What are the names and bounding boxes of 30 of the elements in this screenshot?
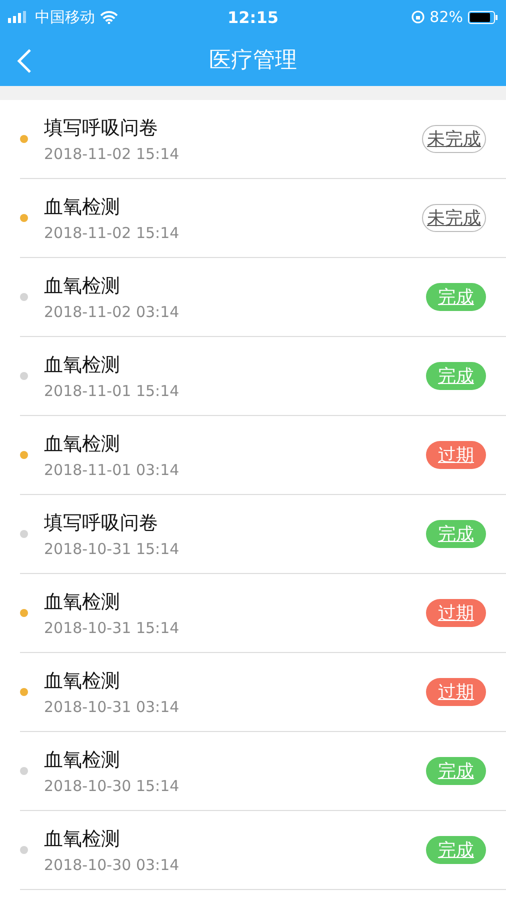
task-title[interactable]: 血氧检测 — [44, 589, 426, 615]
task-time: 2018-10-30 15:14 — [44, 777, 180, 795]
task-title[interactable]: 血氧检测 — [44, 668, 426, 694]
task-time: 2018-10-30 03:14 — [44, 856, 180, 874]
task-title[interactable]: 血氧检测 — [44, 826, 426, 852]
back-icon[interactable] — [16, 48, 32, 74]
task-time: 2018-11-01 15:14 — [44, 382, 180, 400]
task-time: 2018-10-31 15:14 — [44, 619, 180, 637]
task-time: 2018-11-01 03:14 — [44, 461, 180, 479]
task-time: 2018-10-31 15:14 — [44, 540, 180, 558]
page-title: 医疗管理 — [209, 47, 297, 75]
task-title[interactable]: 血氧检测 — [44, 352, 426, 378]
task-title[interactable]: 血氧检测 — [44, 194, 422, 220]
carrier-name: 中国移动 — [35, 8, 95, 26]
status-badge[interactable]: 未完成 — [422, 125, 486, 153]
battery-icon — [468, 10, 498, 24]
task-time: 2018-10-31 03:14 — [44, 698, 180, 716]
task-time: 2018-11-02 15:14 — [44, 145, 180, 163]
task-title[interactable]: 填写呼吸问卷 — [44, 115, 422, 141]
task-title[interactable]: 血氧检测 — [44, 273, 426, 299]
battery-percent: 82% — [430, 8, 463, 26]
task-title[interactable]: 血氧检测 — [44, 431, 426, 457]
task-title[interactable]: 血氧检测 — [44, 747, 426, 773]
task-time: 2018-11-02 03:14 — [44, 303, 180, 321]
rotation-lock-icon — [410, 10, 425, 24]
task-title[interactable]: 填写呼吸问卷 — [44, 510, 426, 536]
status-badge[interactable]: 未完成 — [422, 204, 486, 232]
task-time: 2018-11-02 15:14 — [44, 224, 180, 242]
wifi-icon — [100, 10, 118, 24]
clock-time: 12:15 — [228, 8, 278, 26]
